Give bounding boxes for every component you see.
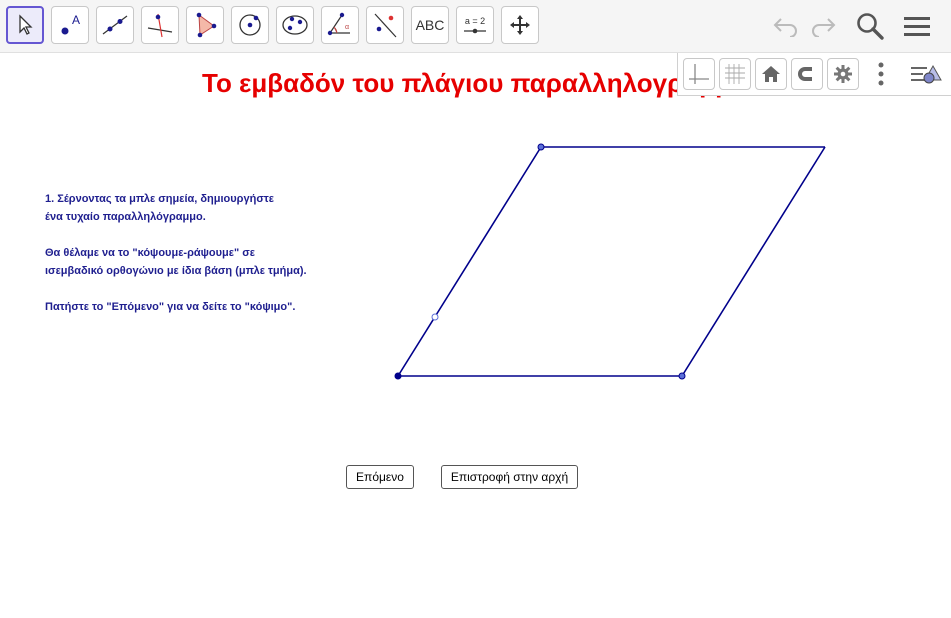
parallelogram-side-right[interactable]	[681, 146, 826, 377]
move-tool-icon	[19, 14, 33, 35]
point-bottom-left[interactable]	[394, 372, 402, 380]
axes-toggle-button[interactable]	[683, 58, 715, 90]
home-icon	[762, 66, 780, 82]
redo-icon	[812, 18, 836, 37]
text-tool-button[interactable]: ABC	[411, 6, 449, 44]
point-top-left[interactable]	[537, 143, 545, 151]
polygon-tool-icon	[196, 12, 217, 38]
graphics-view-style-bar	[677, 53, 951, 96]
grid-icon	[725, 64, 745, 84]
reset-button[interactable]: Επιστροφή στην αρχή	[441, 465, 578, 489]
point-tool-button[interactable]: A	[51, 6, 89, 44]
more-vert-icon	[878, 62, 884, 86]
search-button[interactable]	[853, 10, 887, 42]
line-tool-button[interactable]	[96, 6, 134, 44]
style-bar-toggle-button[interactable]	[909, 58, 943, 90]
slider-tool-label: a = 2	[464, 15, 486, 26]
conic-tool-button[interactable]	[276, 6, 314, 44]
text-tool-label: ABC	[415, 17, 445, 33]
polygon-tool-button[interactable]	[186, 6, 224, 44]
circle-tool-button[interactable]	[231, 6, 269, 44]
reflect-tool-icon	[374, 13, 397, 38]
next-button[interactable]: Επόμενο	[346, 465, 414, 489]
home-button[interactable]	[755, 58, 787, 90]
parallelogram-side-left[interactable]	[397, 146, 542, 377]
instruction-line: 1. Σέρνοντας τα μπλε σημεία, δημιουργήστ…	[45, 193, 274, 205]
grid-toggle-button[interactable]	[719, 58, 751, 90]
gear-icon	[834, 65, 852, 83]
magnet-icon	[798, 67, 815, 81]
svg-text:A: A	[72, 13, 80, 27]
perpendicular-line-tool-icon	[147, 13, 173, 38]
conic-tool-icon	[282, 15, 308, 35]
reflect-tool-button[interactable]	[366, 6, 404, 44]
perpendicular-line-tool-button[interactable]	[141, 6, 179, 44]
undo-icon	[773, 18, 797, 37]
more-options-button[interactable]	[864, 58, 898, 90]
point-bottom-right[interactable]	[678, 372, 686, 380]
snap-button[interactable]	[791, 58, 823, 90]
undo-button[interactable]	[769, 10, 803, 42]
slider-tool-button[interactable]: a = 2	[456, 6, 494, 44]
angle-tool-icon: α	[327, 12, 350, 36]
axes-icon	[689, 64, 709, 84]
slider-icon	[464, 28, 486, 33]
redo-button[interactable]	[806, 10, 840, 42]
instruction-line: Θα θέλαμε να το "κόψουμε-ράψουμε" σε	[45, 247, 256, 259]
line-tool-icon	[102, 15, 128, 35]
menu-button[interactable]	[900, 10, 934, 42]
instruction-line: ισεμβαδικό ορθογώνιο με ίδια βάση (μπλε …	[45, 265, 307, 277]
point-mid-left[interactable]	[431, 313, 439, 321]
settings-button[interactable]	[827, 58, 859, 90]
point-tool-icon: A	[61, 13, 80, 35]
move-graphics-view-tool-button[interactable]	[501, 6, 539, 44]
instruction-line: Πατήστε το "Επόμενο" για να δείτε το "κό…	[45, 301, 296, 313]
move-tool-button[interactable]	[6, 6, 44, 44]
move-graphics-view-tool-icon	[510, 15, 530, 35]
circle-tool-icon	[239, 14, 261, 36]
svg-text:α: α	[345, 24, 349, 31]
menu-icon	[904, 17, 930, 36]
instruction-line: ένα τυχαίο παραλληλόγραμμο.	[45, 211, 206, 223]
toolbar: A α ABC a = 2	[0, 0, 951, 53]
angle-tool-button[interactable]: α	[321, 6, 359, 44]
style-bar-toggle-icon	[911, 64, 942, 84]
search-icon	[857, 13, 884, 40]
